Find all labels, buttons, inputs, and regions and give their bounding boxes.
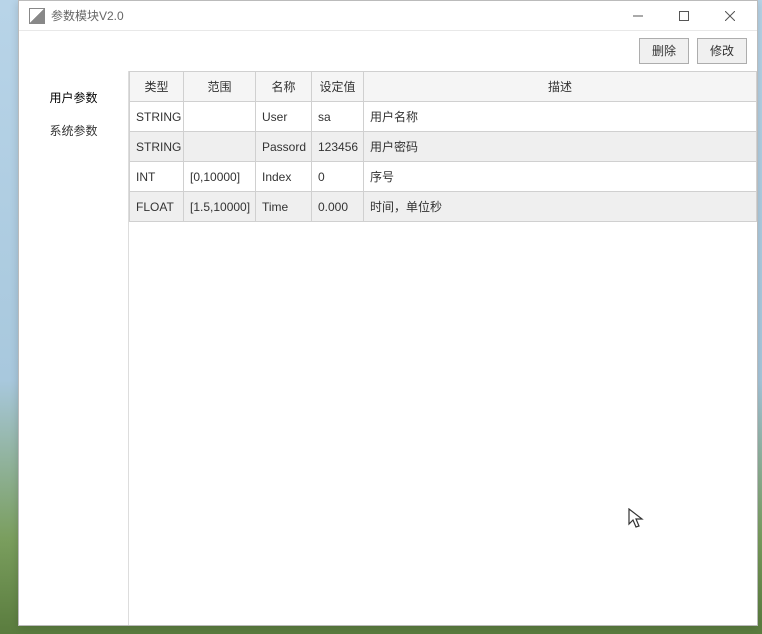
- cell-value: 0.000: [312, 192, 364, 222]
- sidebar-item-user-params[interactable]: 用户参数: [19, 81, 128, 114]
- cell-type: STRING: [130, 102, 184, 132]
- table-row[interactable]: INT [0,10000] Index 0 序号: [130, 162, 757, 192]
- cell-range: [184, 132, 256, 162]
- cell-type: FLOAT: [130, 192, 184, 222]
- table-header-row: 类型 范围 名称 设定值 描述: [130, 72, 757, 102]
- cell-desc: 时间，单位秒: [364, 192, 757, 222]
- table-row[interactable]: STRING Passord 123456 用户密码: [130, 132, 757, 162]
- cell-desc: 序号: [364, 162, 757, 192]
- sidebar-item-system-params[interactable]: 系统参数: [19, 114, 128, 147]
- col-header-value[interactable]: 设定值: [312, 72, 364, 102]
- cell-name: Time: [256, 192, 312, 222]
- cell-name: Passord: [256, 132, 312, 162]
- sidebar-item-label: 用户参数: [49, 91, 97, 105]
- app-window: 参数模块V2.0 删除 修改 用户参数 系统参数: [18, 0, 758, 626]
- close-icon: [725, 11, 735, 21]
- cell-type: STRING: [130, 132, 184, 162]
- maximize-button[interactable]: [661, 1, 707, 30]
- maximize-icon: [679, 11, 689, 21]
- cell-range: [1.5,10000]: [184, 192, 256, 222]
- cell-value: sa: [312, 102, 364, 132]
- minimize-icon: [633, 11, 643, 21]
- cell-name: User: [256, 102, 312, 132]
- col-header-range[interactable]: 范围: [184, 72, 256, 102]
- minimize-button[interactable]: [615, 1, 661, 30]
- delete-button[interactable]: 删除: [639, 38, 689, 64]
- window-controls: [615, 1, 753, 30]
- table-row[interactable]: STRING User sa 用户名称: [130, 102, 757, 132]
- col-header-name[interactable]: 名称: [256, 72, 312, 102]
- table-row[interactable]: FLOAT [1.5,10000] Time 0.000 时间，单位秒: [130, 192, 757, 222]
- col-header-type[interactable]: 类型: [130, 72, 184, 102]
- close-button[interactable]: [707, 1, 753, 30]
- main-panel: 类型 范围 名称 设定值 描述 STRING User sa 用户名称: [129, 71, 757, 625]
- window-title: 参数模块V2.0: [51, 7, 615, 24]
- col-header-desc[interactable]: 描述: [364, 72, 757, 102]
- sidebar-item-label: 系统参数: [49, 124, 97, 138]
- toolbar: 删除 修改: [19, 31, 757, 71]
- cell-desc: 用户密码: [364, 132, 757, 162]
- app-icon: [29, 8, 45, 24]
- cell-value: 123456: [312, 132, 364, 162]
- cell-range: [0,10000]: [184, 162, 256, 192]
- cell-name: Index: [256, 162, 312, 192]
- titlebar[interactable]: 参数模块V2.0: [19, 1, 757, 31]
- params-table: 类型 范围 名称 设定值 描述 STRING User sa 用户名称: [129, 71, 757, 222]
- cell-type: INT: [130, 162, 184, 192]
- cell-range: [184, 102, 256, 132]
- content-area: 用户参数 系统参数 类型 范围 名称 设定值 描述: [19, 71, 757, 625]
- cell-value: 0: [312, 162, 364, 192]
- edit-button[interactable]: 修改: [697, 38, 747, 64]
- cell-desc: 用户名称: [364, 102, 757, 132]
- sidebar: 用户参数 系统参数: [19, 71, 129, 625]
